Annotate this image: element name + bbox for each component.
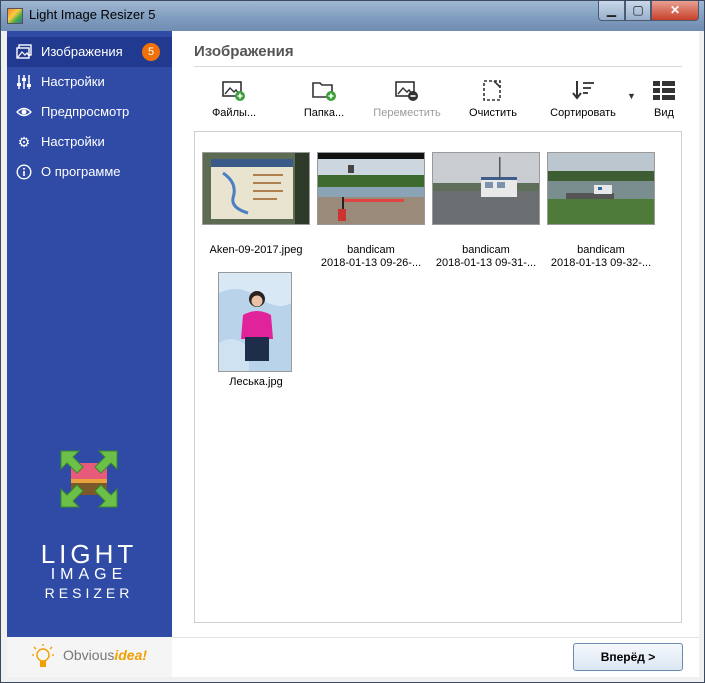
app-logo-icon	[59, 449, 119, 509]
sidebar-item-label: Настройки	[41, 134, 105, 149]
thumbnail-item[interactable]: bandicam 2018-01-13 09-32-...	[544, 152, 658, 269]
sliders-icon	[16, 74, 32, 90]
title-bar[interactable]: Light Image Resizer 5 ▁ ▢ ✕	[1, 1, 704, 31]
sidebar-item-settings[interactable]: Настройки	[7, 67, 172, 97]
sidebar-item-about[interactable]: О программе	[7, 157, 172, 187]
main-panel: Изображения Файлы... Папка... Переместит…	[172, 31, 699, 637]
sidebar-item-options[interactable]: ⚙ Настройки	[7, 127, 172, 157]
brand-strip: Obviousidea!	[7, 637, 172, 677]
info-icon	[16, 164, 32, 180]
add-folder-icon	[311, 79, 337, 103]
remove-label: Переместить	[373, 107, 441, 119]
thumbnail-image	[547, 152, 655, 225]
count-badge: 5	[142, 43, 160, 61]
thumbnail-subname: 2018-01-13 09-32-...	[550, 257, 652, 269]
brand-logo: Obviousidea!	[63, 647, 147, 663]
thumbnail-item[interactable]: bandicam 2018-01-13 09-26-...	[314, 152, 428, 269]
thumbnail-image	[218, 272, 292, 372]
thumbnail-subname: 2018-01-13 09-26-...	[320, 257, 422, 269]
app-icon	[7, 8, 23, 24]
thumbnail-item[interactable]: Леська.jpg	[199, 272, 313, 392]
thumbnail-filename: Aken-09-2017.jpeg	[209, 244, 303, 256]
thumbnail-caption: bandicam 2018-01-13 09-31-...	[429, 244, 543, 270]
thumbnail-caption: bandicam 2018-01-13 09-26-...	[314, 244, 428, 270]
thumbnail-filename: Леська.jpg	[229, 376, 283, 388]
thumbnail-image	[317, 152, 425, 225]
sort-icon	[570, 79, 596, 103]
thumbnail-item[interactable]: Aken-09-2017.jpeg	[199, 152, 313, 264]
images-icon	[16, 44, 32, 60]
window-title: Light Image Resizer 5	[29, 7, 156, 22]
clear-button[interactable]: Очистить	[462, 79, 524, 125]
thumbnail-caption: Aken-09-2017.jpeg	[199, 244, 313, 257]
sidebar-item-label: Изображения	[41, 44, 123, 59]
thumbnail-filename: bandicam	[347, 244, 395, 256]
sidebar: Изображения 5 Настройки Предпросмотр ⚙ Н…	[7, 31, 172, 637]
page-title: Изображения	[194, 43, 294, 60]
sort-label: Сортировать	[550, 107, 616, 119]
sort-button[interactable]: Сортировать	[544, 79, 622, 125]
divider	[194, 66, 682, 67]
logo-text-image: IMAGE	[50, 566, 128, 583]
sort-dropdown-arrow-icon[interactable]: ▼	[627, 91, 636, 101]
lightbulb-icon	[31, 643, 55, 671]
remove-image-icon	[394, 79, 420, 103]
logo-text-resizer: RESIZER	[44, 585, 134, 601]
gear-icon: ⚙	[17, 134, 31, 150]
thumbnail-caption: Леська.jpg	[199, 376, 313, 389]
clear-icon	[480, 79, 506, 103]
add-folder-button[interactable]: Папка...	[294, 79, 354, 125]
minimize-button[interactable]: ▁	[598, 1, 625, 21]
view-label: Вид	[654, 107, 674, 119]
brand-prefix: Obvious	[63, 647, 115, 663]
thumbnail-filename: bandicam	[577, 244, 625, 256]
footer-bar: Вперёд >	[172, 637, 699, 677]
clear-label: Очистить	[469, 107, 517, 119]
brand-suffix: idea!	[114, 647, 148, 663]
sidebar-item-preview[interactable]: Предпросмотр	[7, 97, 172, 127]
view-button[interactable]: Вид	[646, 79, 682, 125]
thumbnail-filename: bandicam	[462, 244, 510, 256]
sidebar-item-images[interactable]: Изображения 5	[7, 37, 172, 67]
eye-icon	[16, 104, 32, 120]
add-folder-label: Папка...	[303, 107, 345, 119]
sidebar-item-label: Предпросмотр	[41, 104, 130, 119]
remove-button[interactable]: Переместить	[370, 79, 444, 125]
close-button[interactable]: ✕	[651, 1, 699, 21]
thumbnail-subname: 2018-01-13 09-31-...	[435, 257, 537, 269]
add-files-button[interactable]: Файлы...	[202, 79, 266, 125]
app-window: Light Image Resizer 5 ▁ ▢ ✕ Изображения …	[0, 0, 705, 683]
thumbnail-image	[432, 152, 540, 225]
thumbnail-item[interactable]: bandicam 2018-01-13 09-31-...	[429, 152, 543, 269]
thumbnail-image	[202, 152, 310, 225]
add-image-icon	[221, 79, 247, 103]
image-gallery[interactable]: Aken-09-2017.jpeg bandicam 2018-01-13 09…	[194, 131, 682, 623]
sidebar-item-label: О программе	[41, 164, 121, 179]
next-button[interactable]: Вперёд >	[573, 643, 683, 671]
maximize-button[interactable]: ▢	[625, 1, 651, 21]
add-files-label: Файлы...	[211, 107, 257, 119]
thumbnail-caption: bandicam 2018-01-13 09-32-...	[544, 244, 658, 270]
sidebar-item-label: Настройки	[41, 74, 105, 89]
client-area: Изображения 5 Настройки Предпросмотр ⚙ Н…	[7, 31, 699, 677]
view-list-icon	[651, 79, 677, 103]
